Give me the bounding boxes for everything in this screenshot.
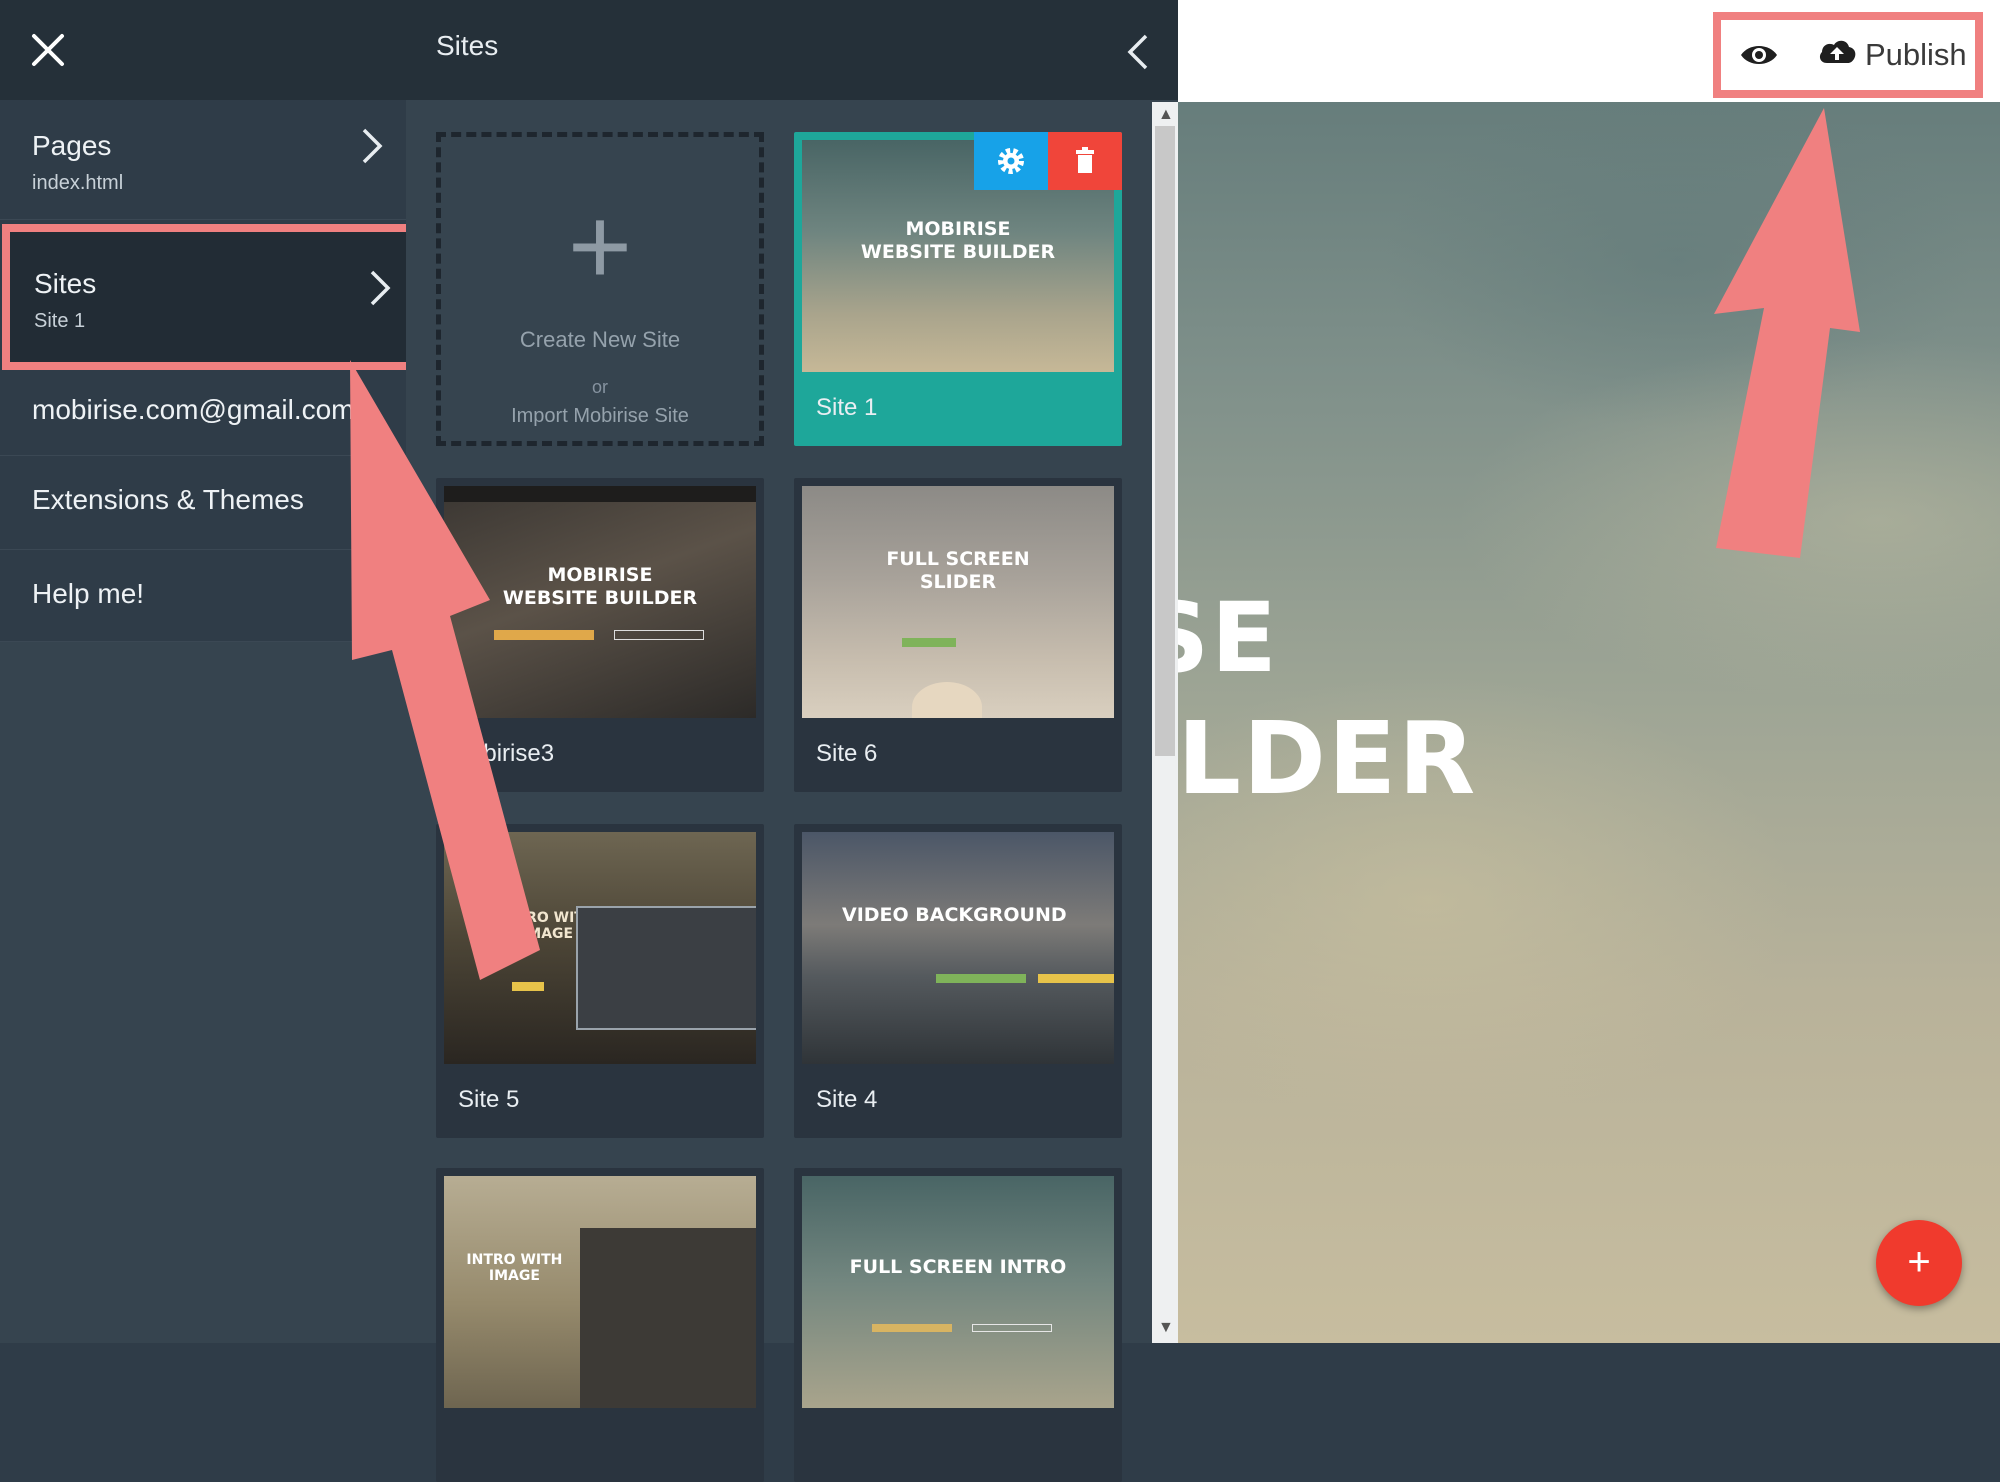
menu-item-sites[interactable]: Sites Site 1 [2, 224, 416, 370]
publish-toolbar: Publish [1713, 12, 1983, 98]
site-card-label: obirise3 [470, 740, 555, 767]
menu-item-account[interactable]: mobirise.com@gmail.com [0, 374, 406, 456]
preview-hero-text-line-2: ILDER [1138, 700, 1478, 817]
thumbnail-title: MOBIRISE WEBSITE BUILDER [860, 218, 1056, 263]
menu-item-label: Extensions & Themes [32, 484, 304, 515]
site-settings-button[interactable] [974, 132, 1048, 190]
site-card-site-4[interactable]: VIDEO BACKGROUND Site 4 [794, 824, 1122, 1138]
sites-panel-header: Sites [406, 0, 1178, 100]
site-delete-button[interactable] [1048, 132, 1122, 190]
preview-eye-icon[interactable] [1739, 40, 1779, 70]
trash-icon [1076, 147, 1094, 173]
site-card-label: Site 4 [816, 1086, 878, 1113]
site-card-site-1[interactable]: MOBIRISE WEBSITE BUILDER Site 1 [794, 132, 1122, 446]
sites-panel-title: Sites [436, 30, 499, 61]
site-card-label: Site 1 [816, 394, 878, 421]
site-card-site-5[interactable]: INTRO WITH IMAGE Site 5 [436, 824, 764, 1138]
create-new-site-card[interactable]: + Create New Site or Import Mobirise Sit… [436, 132, 764, 446]
plus-icon: + [567, 185, 633, 308]
chevron-right-icon [362, 128, 383, 164]
chevron-right-icon [370, 270, 391, 306]
thumbnail-title: FULL SCREEN SLIDER [886, 548, 1030, 593]
site-card[interactable]: FULL SCREEN INTRO [794, 1168, 1122, 1482]
import-site-link[interactable]: Import Mobirise Site [441, 405, 759, 428]
thumbnail-title: MOBIRISE WEBSITE BUILDER [502, 564, 698, 609]
publish-button[interactable]: Publish [1817, 32, 1967, 78]
site-card-mobirise3[interactable]: MOBIRISE WEBSITE BUILDER obirise3 [436, 478, 764, 792]
gear-icon [998, 148, 1024, 174]
sites-scrollbar[interactable]: ▲ ▼ [1152, 102, 1178, 1343]
site-card-label: Site 6 [816, 740, 878, 767]
cloud-upload-icon [1817, 36, 1857, 74]
thumbnail-title: VIDEO BACKGROUND [842, 904, 1067, 926]
page-preview: SE ILDER [1138, 0, 2000, 1343]
site-card-label: Site 5 [458, 1086, 520, 1113]
menu-item-label: Help me! [32, 578, 145, 609]
site-thumbnail: INTRO WITH IMAGE [444, 1176, 756, 1408]
or-label: or [591, 377, 608, 397]
site-thumbnail: FULL SCREEN SLIDER [802, 486, 1114, 718]
menu-item-label: mobirise.com@gmail.com [32, 394, 355, 425]
site-thumbnail: MOBIRISE WEBSITE BUILDER [444, 486, 756, 718]
close-icon[interactable] [28, 30, 68, 70]
thumbnail-title: FULL SCREEN INTRO [849, 1256, 1067, 1278]
site-card[interactable]: INTRO WITH IMAGE [436, 1168, 764, 1482]
thumbnail-title: INTRO WITH IMAGE [466, 1252, 563, 1284]
site-thumbnail: VIDEO BACKGROUND [802, 832, 1114, 1064]
site-thumbnail: INTRO WITH IMAGE [444, 832, 756, 1064]
menu-item-sublabel: index.html [32, 172, 124, 194]
menu-item-help[interactable]: Help me! [0, 550, 406, 642]
create-new-site-label: Create New Site [519, 327, 681, 352]
site-card-site-6[interactable]: FULL SCREEN SLIDER Site 6 [794, 478, 1122, 792]
menu-empty-area [0, 642, 406, 1343]
menu-item-extensions[interactable]: Extensions & Themes [0, 456, 406, 550]
menu-item-label: Pages [32, 130, 112, 161]
publish-label: Publish [1865, 37, 1967, 72]
main-menu: Pages index.html mobirise.com@gmail.com … [0, 0, 406, 1343]
scroll-up-icon[interactable]: ▲ [1158, 106, 1174, 124]
menu-header [0, 0, 406, 100]
chevron-left-icon[interactable] [1126, 32, 1150, 72]
menu-item-label: Sites [34, 268, 97, 299]
menu-item-pages[interactable]: Pages index.html [0, 100, 406, 220]
add-block-button[interactable]: + [1876, 1220, 1962, 1306]
scroll-down-icon[interactable]: ▼ [1158, 1319, 1174, 1337]
scroll-thumb[interactable] [1155, 126, 1175, 756]
menu-item-sublabel: Site 1 [34, 310, 86, 332]
site-thumbnail: FULL SCREEN INTRO [802, 1176, 1114, 1408]
